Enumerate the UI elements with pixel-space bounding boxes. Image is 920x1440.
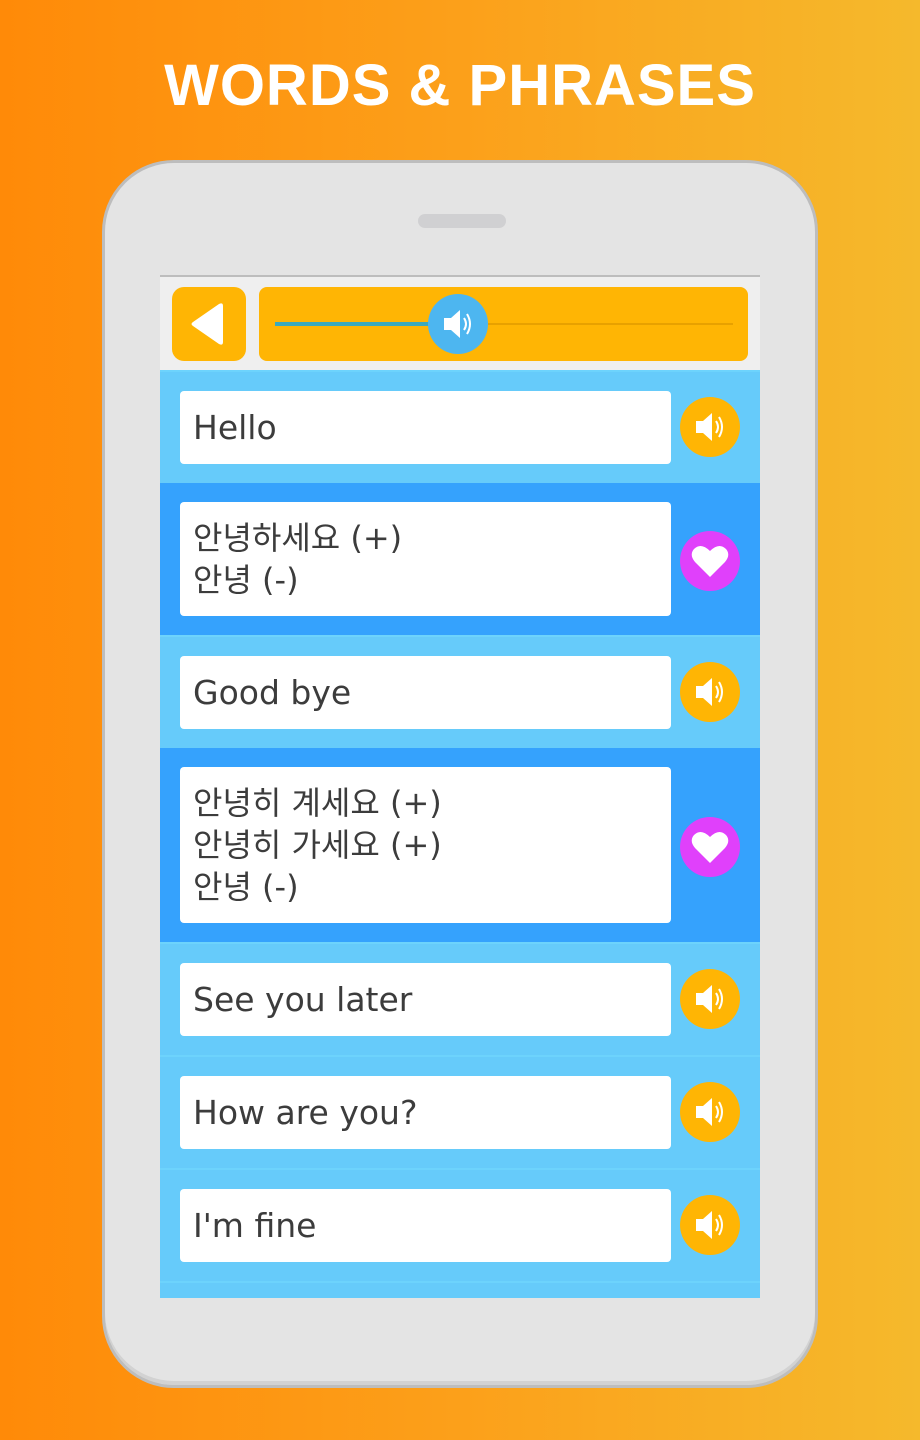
translation-line: 안녕 (-) [193,868,299,906]
speaker-icon [696,985,723,1013]
phrase-card[interactable]: 안녕히 계세요 (+) 안녕히 가세요 (+) 안녕 (-) [180,767,671,923]
play-audio-button[interactable] [680,397,740,457]
phrase-list: Hello 안녕하세요 (+) 안녕 (-) Good bye 안녕히 계세요 (+) 안… [160,370,760,1298]
phrase-row-english[interactable]: How are you? [160,1055,760,1168]
phrase-card[interactable]: Hello [180,391,671,464]
speaker-icon [696,413,723,441]
play-audio-button[interactable] [680,1082,740,1142]
speaker-icon [696,678,723,706]
translation-line: 안녕 (-) [193,561,299,599]
phrase-text: Hello [193,408,277,447]
heart-icon [691,545,729,577]
favorite-button[interactable] [680,817,740,877]
favorite-button[interactable] [680,531,740,591]
phrase-card[interactable]: 안녕하세요 (+) 안녕 (-) [180,502,671,616]
phrase-text: Good bye [193,673,352,712]
volume-slider[interactable] [259,287,748,361]
speaker-icon [696,1211,723,1239]
translation-line: 안녕히 가세요 (+) [193,826,442,864]
speaker-icon [444,310,472,338]
slider-thumb[interactable] [428,294,489,354]
phrase-card[interactable]: How are you? [180,1076,671,1149]
phrase-row-english[interactable]: Hello [160,370,760,483]
play-audio-button[interactable] [680,969,740,1029]
play-audio-button[interactable] [680,662,740,722]
phrase-card[interactable]: I'm fine [180,1189,671,1262]
speaker-icon [696,1098,723,1126]
phrase-row-english[interactable]: See you later [160,942,760,1055]
device-speaker-grill [418,214,506,228]
app-screen: Hello 안녕하세요 (+) 안녕 (-) Good bye 안녕히 계세요 (+) 안… [160,275,760,1298]
toolbar [160,277,760,370]
phrase-card[interactable]: See you later [180,963,671,1036]
phrase-row-korean[interactable]: 안녕하세요 (+) 안녕 (-) [160,483,760,635]
phrase-text: See you later [193,980,413,1019]
page-headline: WORDS & PHRASES [164,53,756,118]
phrase-row-english[interactable]: Good bye [160,635,760,748]
translation-line: 안녕하세요 (+) [193,519,403,557]
phrase-card[interactable]: Good bye [180,656,671,729]
phrase-text: How are you? [193,1093,418,1132]
phrase-row-korean[interactable]: 안녕히 계세요 (+) 안녕히 가세요 (+) 안녕 (-) [160,748,760,942]
translation-line: 안녕히 계세요 (+) [193,784,442,822]
play-audio-button[interactable] [680,1195,740,1255]
phrase-text: I'm fine [193,1206,317,1245]
phrase-row-partial [160,1281,760,1298]
back-button[interactable] [172,287,246,361]
phrase-row-english[interactable]: I'm fine [160,1168,760,1281]
heart-icon [691,831,729,863]
back-triangle-icon [191,303,223,345]
